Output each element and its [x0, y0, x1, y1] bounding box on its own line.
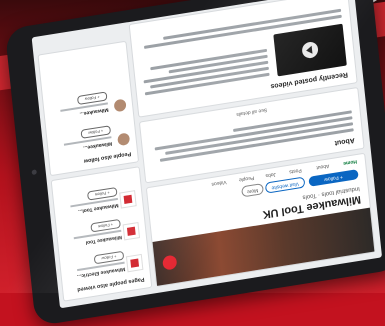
company-logo-icon[interactable] [122, 222, 141, 241]
pages-also-viewed-title: Pages people also viewed [76, 275, 145, 293]
visit-website-button[interactable]: Visit website [264, 176, 306, 194]
follow-button[interactable]: + Follow [308, 169, 359, 187]
people-also-follow-card: People also follow Milwaukee... + Follow… [37, 40, 140, 177]
company-logo-icon[interactable] [119, 190, 137, 209]
tab-posts[interactable]: Posts [289, 167, 302, 175]
tab-home[interactable]: Home [343, 158, 357, 166]
tab-people[interactable]: People [238, 174, 254, 182]
company-logo-icon[interactable] [125, 253, 144, 273]
avatar[interactable] [117, 132, 131, 147]
tab-about[interactable]: About [316, 162, 330, 170]
tablet-screen: Milwaukee Tool UK Industrial tools · Too… [31, 0, 383, 309]
tab-videos[interactable]: Videos [211, 179, 227, 187]
brand-logo-icon [162, 254, 178, 271]
video-thumbnail[interactable] [273, 23, 347, 77]
avatar[interactable] [113, 98, 127, 113]
play-icon[interactable] [301, 40, 319, 60]
tab-jobs[interactable]: Jobs [265, 171, 276, 179]
camera-icon [31, 169, 37, 176]
pages-also-viewed-card: Pages people also viewed Milwaukee Elect… [50, 166, 153, 302]
about-title: About [334, 136, 356, 147]
see-all-details-link[interactable]: See all details [236, 106, 267, 117]
tablet: Milwaukee Tool UK Industrial tools · Too… [4, 0, 385, 326]
more-button[interactable]: More [241, 183, 264, 198]
main-column: Milwaukee Tool UK Industrial tools · Too… [128, 0, 376, 288]
people-also-follow-title: People also follow [83, 150, 132, 164]
